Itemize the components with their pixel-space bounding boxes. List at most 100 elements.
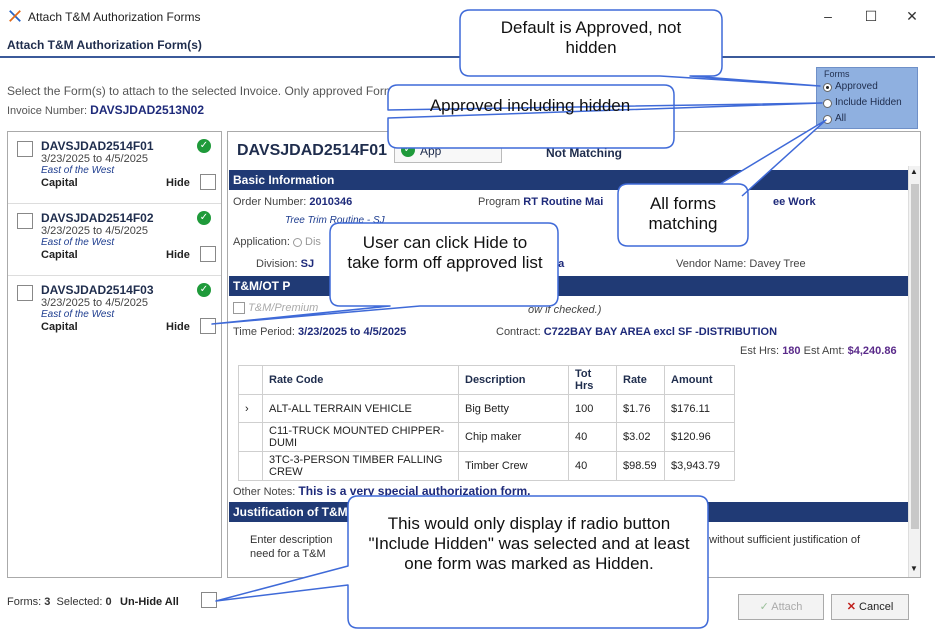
rate-table: Rate Code Description Tot Hrs Rate Amoun… [238, 365, 735, 481]
close-button[interactable]: ✕ [901, 6, 923, 26]
hide-checkbox[interactable] [200, 174, 216, 190]
est-hrs-value: 180 [782, 345, 801, 357]
forms-filter-group: Forms Approved Include Hidden All [816, 67, 918, 129]
form-card[interactable]: DAVSJDAD2514F01 ✓ 3/23/2025 to 4/5/2025 … [8, 132, 221, 204]
column-header[interactable]: Description [458, 365, 569, 395]
scroll-up-icon[interactable]: ▲ [910, 167, 918, 176]
rate-code-cell: ALT-ALL TERRAIN VEHICLE [262, 394, 459, 423]
hide-checkbox[interactable] [200, 318, 216, 334]
rate-cell: $3.02 [616, 422, 665, 452]
scroll-thumb[interactable] [911, 184, 919, 529]
instruction-main: Select the Form(s) to attach to the sele… [7, 84, 400, 98]
hide-checkbox[interactable] [200, 246, 216, 262]
invoice-number: DAVSJDAD2513N02 [90, 103, 204, 117]
check-icon: ✓ [759, 601, 769, 613]
column-header[interactable]: Amount [664, 365, 735, 395]
detail-scrollbar[interactable]: ▲ ▼ [908, 166, 920, 577]
vendor-label: Vendor Name: [676, 258, 747, 270]
column-header[interactable]: Rate Code [262, 365, 459, 395]
match-status: Not Matching [546, 146, 622, 160]
program-label: Program [478, 196, 521, 208]
window-titlebar: Attach T&M Authorization Forms – ☐ ✕ [0, 0, 935, 34]
attach-label: Attach [771, 601, 803, 613]
table-row[interactable]: C11-TRUCK MOUNTED CHIPPER-DUMI Chip make… [238, 422, 735, 452]
est-amt-label: Est Amt: [803, 345, 845, 357]
form-number: DAVSJDAD2514F01 [41, 139, 154, 153]
current-row-icon: › [238, 394, 263, 423]
select-checkbox[interactable] [17, 285, 33, 301]
table-row[interactable]: › ALT-ALL TERRAIN VEHICLE Big Betty 100 … [238, 394, 735, 423]
program-name-tail: ee Work [773, 196, 816, 208]
approved-check-icon: ✓ [197, 283, 211, 297]
premium-label: T&M/Premium [248, 302, 319, 314]
program-code: RT [523, 196, 538, 208]
detail-form-number: DAVSJDAD2514F01 [237, 142, 387, 159]
radio-all[interactable] [823, 115, 832, 124]
table-row[interactable]: 3TC-3-PERSON TIMBER FALLING CREW Timber … [238, 451, 735, 481]
period-label: Time Period: [233, 326, 295, 338]
cancel-button[interactable]: ✕ Cancel [831, 594, 909, 620]
radio-label: All [835, 113, 847, 124]
form-card[interactable]: DAVSJDAD2514F03 ✓ 3/23/2025 to 4/5/2025 … [8, 276, 221, 348]
rate-cell: $98.59 [616, 451, 665, 481]
approved-check-icon: ✓ [197, 139, 211, 153]
status-badge: ✓ App [394, 137, 502, 163]
description-cell: Chip maker [458, 422, 569, 452]
minimize-button[interactable]: – [817, 6, 839, 26]
form-number: DAVSJDAD2514F03 [41, 283, 154, 297]
maximize-button[interactable]: ☐ [860, 6, 882, 26]
window-title: Attach T&M Authorization Forms [28, 10, 201, 24]
period-value: 3/23/2025 to 4/5/2025 [298, 326, 407, 338]
unhide-all-label: Un-Hide All [120, 596, 179, 608]
time-period-row: Time Period: 3/23/2025 to 4/5/2025 [233, 326, 406, 338]
instruction-text: Select the Form(s) to attach to the sele… [7, 84, 400, 98]
select-checkbox[interactable] [17, 213, 33, 229]
callout-default: Default is Approved, not hidden [500, 18, 682, 57]
hours-cell: 40 [568, 451, 617, 481]
description-cell: Big Betty [458, 394, 569, 423]
form-number: DAVSJDAD2514F02 [41, 211, 154, 225]
form-type: Capital [41, 249, 78, 261]
vendor-value: Davey Tree [749, 258, 806, 270]
est-hrs-label: Est Hrs: [740, 345, 780, 357]
column-header[interactable]: Rate [616, 365, 665, 395]
form-dates: 3/23/2025 to 4/5/2025 [41, 225, 149, 237]
approved-check-icon: ✓ [197, 211, 211, 225]
table-header-row: Rate Code Description Tot Hrs Rate Amoun… [238, 365, 735, 395]
forms-count-label: Forms: [7, 596, 42, 608]
invoice-label: Invoice Number: [7, 105, 88, 117]
application-row: Application: Dis [233, 236, 321, 248]
dialog-header: Attach T&M Authorization Form(s) [0, 34, 935, 58]
hide-label: Hide [166, 177, 190, 189]
forms-filter-title: Forms [824, 69, 850, 79]
tm-ot-header: T&M/OT P [229, 276, 908, 296]
estimate-row: Est Hrs: 180 Est Amt: $4,240.86 [740, 345, 897, 357]
hours-cell: 100 [568, 394, 617, 423]
program-name: Routine Mai [540, 196, 604, 208]
callout-all-forms: All forms matching [648, 194, 718, 233]
unhide-all-checkbox[interactable] [201, 592, 217, 608]
division-label: Division: [256, 258, 298, 270]
invoice-number-row: Invoice Number: DAVSJDAD2513N02 [7, 103, 204, 117]
enter-description-text: Enter description [250, 534, 333, 546]
attach-button[interactable]: ✓ Attach [738, 594, 824, 620]
form-card[interactable]: DAVSJDAD2514F02 ✓ 3/23/2025 to 4/5/2025 … [8, 204, 221, 276]
rate-code-cell: C11-TRUCK MOUNTED CHIPPER-DUMI [262, 422, 459, 452]
rate-code-cell: 3TC-3-PERSON TIMBER FALLING CREW [262, 451, 459, 481]
form-region: East of the West [41, 309, 115, 320]
rate-cell: $1.76 [616, 394, 665, 423]
form-type: Capital [41, 177, 78, 189]
radio-approved[interactable] [823, 83, 832, 92]
form-count-footer: Forms: 3 Selected: 0 [7, 596, 112, 608]
scroll-down-icon[interactable]: ▼ [910, 564, 918, 573]
forms-count: 3 [44, 596, 51, 608]
form-region: East of the West [41, 237, 115, 248]
program-row: Program RT Routine Mai [478, 196, 603, 208]
radio-include-hidden[interactable] [823, 99, 832, 108]
order-number-row: Order Number: 2010346 [233, 196, 352, 208]
select-checkbox[interactable] [17, 141, 33, 157]
premium-checkbox[interactable] [233, 302, 245, 315]
row-indicator [238, 451, 263, 481]
column-header[interactable]: Tot Hrs [568, 365, 617, 395]
application-radio[interactable] [292, 237, 302, 247]
